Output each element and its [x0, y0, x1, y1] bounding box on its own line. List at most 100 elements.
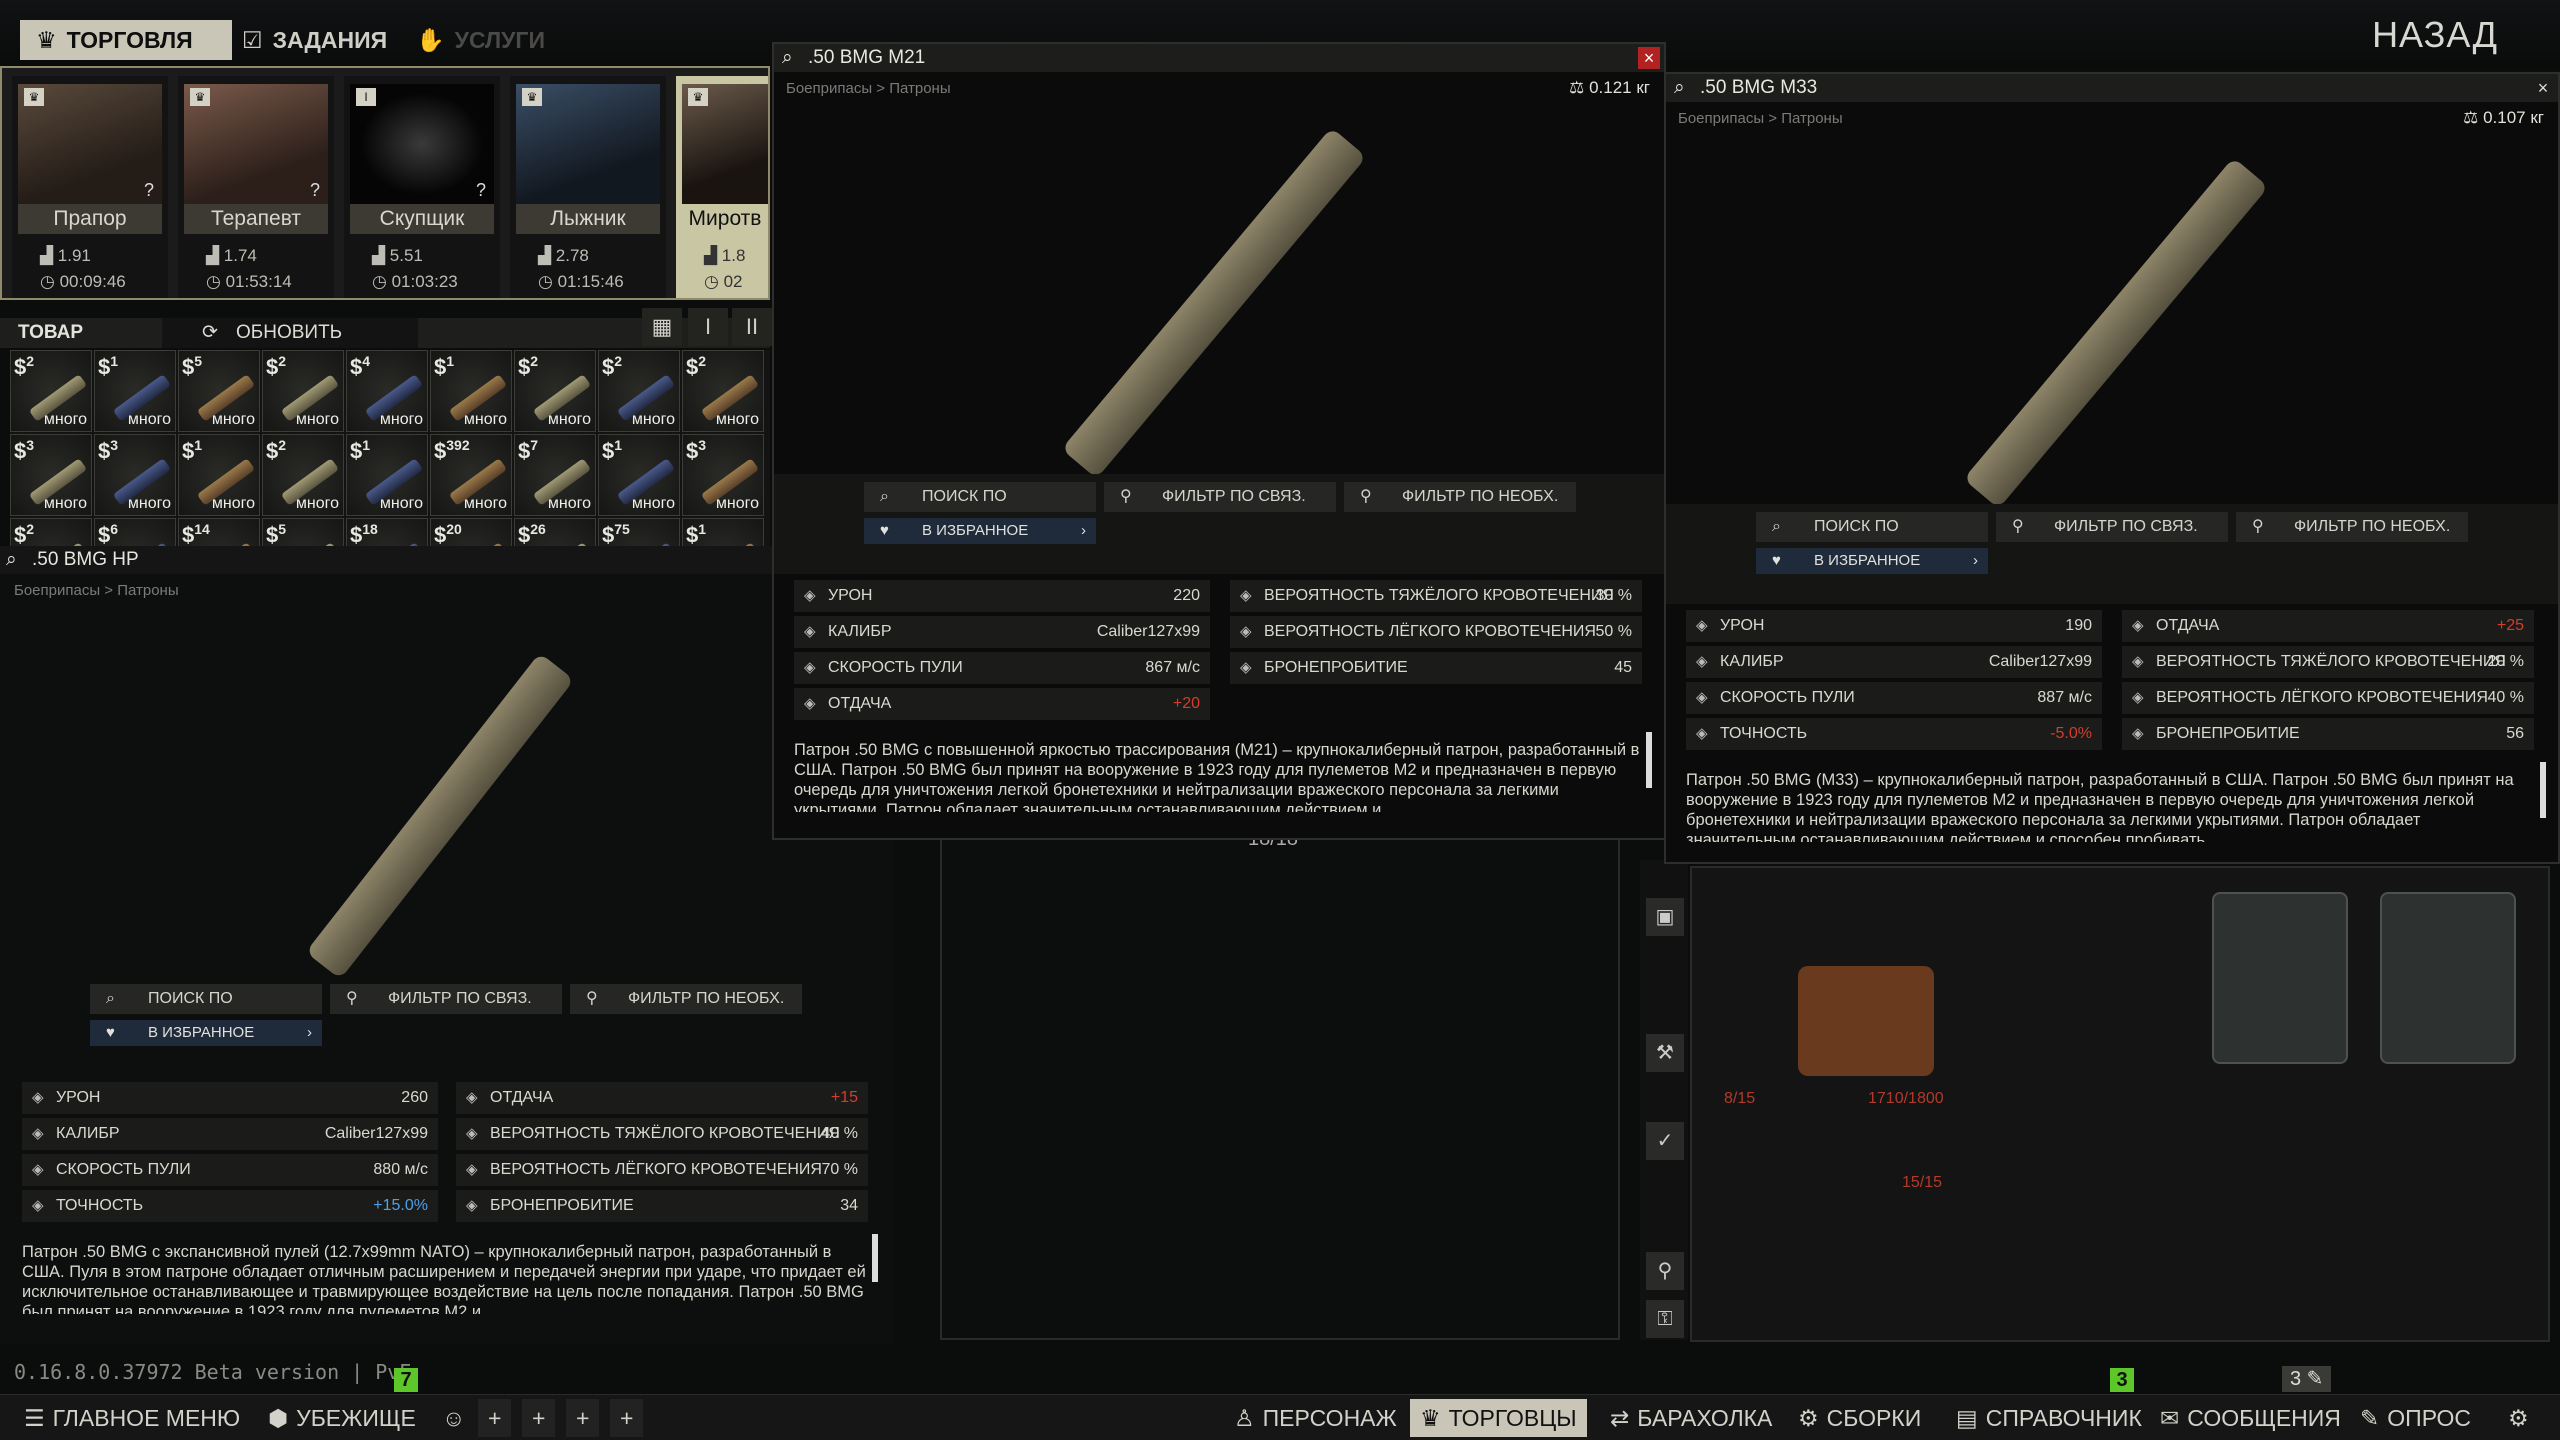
- goods-cell[interactable]: $7 много: [514, 434, 596, 516]
- stat-icon: ◈: [1696, 653, 1708, 670]
- trader-card-prapor[interactable]: ♛ ? Прапор ▟ 1.91 ◷ 00:09:46: [12, 76, 168, 298]
- goods-cell[interactable]: $1 много: [178, 434, 260, 516]
- filter-need-button[interactable]: ⚲ ФИЛЬТР ПО НЕОБХ.: [570, 984, 802, 1014]
- bullet-image: [1061, 127, 1367, 479]
- lock-icon[interactable]: ⚿: [1646, 1300, 1684, 1338]
- goods-cell[interactable]: $2 много: [682, 350, 764, 432]
- back-button[interactable]: НАЗАД: [2372, 14, 2498, 56]
- preset-slot[interactable]: +: [610, 1399, 644, 1437]
- price-label: $3: [686, 437, 707, 464]
- character-button[interactable]: ♙ ПЕРСОНАЖ: [1224, 1399, 1407, 1437]
- stash-item-bag[interactable]: [1798, 966, 1934, 1076]
- tab-trading[interactable]: ♛ ТОРГОВЛЯ: [20, 20, 232, 60]
- item-popup-m33[interactable]: ⌕ .50 BMG M33 × Боеприпасы > Патроны ⚖ 0…: [1664, 72, 2560, 864]
- trader-card-peacekeeper[interactable]: ♛ Миротв ▟ 1.8 ◷ 02: [676, 76, 768, 298]
- builds-button[interactable]: ⚙ СБОРКИ: [1788, 1399, 1931, 1437]
- price-label: $75: [602, 521, 630, 548]
- menu-icon: ☰: [24, 1405, 45, 1431]
- scrollbar[interactable]: [2540, 762, 2546, 818]
- add-favorite-button[interactable]: ♥ В ИЗБРАННОЕ ›: [1756, 548, 1988, 574]
- filter-need-button[interactable]: ⚲ ФИЛЬТР ПО НЕОБХ.: [2236, 512, 2468, 542]
- popup-header[interactable]: ⌕ .50 BMG M21 ×: [774, 44, 1664, 72]
- search-by-item-button[interactable]: ⌕ПОИСК ПО ПРЕДМЕТУ: [1756, 512, 1988, 565]
- price-label: $1: [434, 353, 455, 380]
- stat-row-left: ◈ ТОЧНОСТЬ +15.0%: [22, 1190, 438, 1222]
- goods-cell[interactable]: $4 много: [346, 350, 428, 432]
- heart-icon: ♥: [106, 1024, 115, 1041]
- preset-slot[interactable]: +: [522, 1399, 556, 1437]
- add-favorite-button[interactable]: ♥ В ИЗБРАННОЕ ›: [90, 1020, 322, 1046]
- stat-icon: ◈: [32, 1197, 44, 1214]
- goods-cell[interactable]: $2 много: [598, 350, 680, 432]
- check-icon[interactable]: ✓: [1646, 1122, 1684, 1160]
- close-button[interactable]: ×: [2532, 77, 2554, 99]
- trader-card-therapist[interactable]: ♛ ? Терапевт ▟ 1.74 ◷ 01:53:14: [178, 76, 334, 298]
- traders-button[interactable]: ♛ ТОРГОВЦЫ: [1410, 1399, 1587, 1437]
- close-button[interactable]: ×: [1638, 47, 1660, 69]
- goods-cell[interactable]: $3 много: [94, 434, 176, 516]
- goods-cell[interactable]: $2 много: [10, 350, 92, 432]
- goods-cell[interactable]: $5 много: [178, 350, 260, 432]
- item-popup-m21[interactable]: ⌕ .50 BMG M21 × Боеприпасы > Патроны ⚖ 0…: [772, 42, 1666, 840]
- handbook-button[interactable]: ▤ СПРАВОЧНИК: [1946, 1399, 2152, 1437]
- preset-slot[interactable]: +: [478, 1399, 512, 1437]
- messages-button[interactable]: ✉ СООБЩЕНИЯ: [2150, 1399, 2351, 1437]
- goods-cell[interactable]: $3 много: [682, 434, 764, 516]
- goods-cell[interactable]: $1 много: [346, 434, 428, 516]
- pin-icon[interactable]: ⚲: [1646, 1252, 1684, 1290]
- goods-cell[interactable]: $2 много: [262, 350, 344, 432]
- goods-cell[interactable]: $2 много: [262, 434, 344, 516]
- stash-item-case[interactable]: [2380, 892, 2516, 1064]
- chevron-right-icon: ›: [1973, 552, 1978, 569]
- goods-cell[interactable]: $2 много: [514, 350, 596, 432]
- goods-cell[interactable]: $392 много: [430, 434, 512, 516]
- preset-slot[interactable]: ☺: [432, 1399, 475, 1437]
- popup-header[interactable]: ⌕ .50 BMG M33 ×: [1666, 74, 2558, 102]
- filter-link-button[interactable]: ⚲ ФИЛЬТР ПО СВЯЗ.: [1104, 482, 1336, 512]
- filter-link-button[interactable]: ⚲ ФИЛЬТР ПО СВЯЗ.: [330, 984, 562, 1014]
- filter-need-button[interactable]: ⚲ ФИЛЬТР ПО НЕОБХ.: [1344, 482, 1576, 512]
- goods-cell[interactable]: $1 много: [430, 350, 512, 432]
- trader-card-fence[interactable]: I ? Скупщик ▟ 5.51 ◷ 01:03:23: [344, 76, 500, 298]
- goods-cell[interactable]: $1 много: [94, 350, 176, 432]
- trader-card-ragman[interactable]: ♛ Лыжник ▟ 2.78 ◷ 01:15:46: [510, 76, 666, 298]
- stat-icon: ◈: [804, 587, 816, 604]
- tab-trading-label: ТОРГОВЛЯ: [66, 26, 193, 53]
- stat-key: ВЕРОЯТНОСТЬ ТЯЖЁЛОГО КРОВОТЕЧЕНИЯ: [2156, 653, 2506, 670]
- briefcase-icon[interactable]: ▣: [1646, 898, 1684, 936]
- tab-tasks[interactable]: ☑ ЗАДАНИЯ: [226, 20, 406, 60]
- stock-label: много: [715, 411, 759, 428]
- survey-button[interactable]: ✎ ОПРОС: [2350, 1399, 2481, 1437]
- scrollbar[interactable]: [872, 1234, 878, 1282]
- notes-counter[interactable]: 3 ✎: [2282, 1366, 2332, 1392]
- goods-cell[interactable]: $3 много: [10, 434, 92, 516]
- stat-icon: ◈: [804, 659, 816, 676]
- stash-item-case[interactable]: [2212, 892, 2348, 1064]
- compact-view-button[interactable]: II: [732, 308, 772, 346]
- filter-link-button[interactable]: ⚲ ФИЛЬТР ПО СВЯЗ.: [1996, 512, 2228, 542]
- settings-button[interactable]: ⚙: [2498, 1399, 2539, 1437]
- flea-market-button[interactable]: ⇄ БАРАХОЛКА: [1600, 1399, 1782, 1437]
- stock-label: много: [295, 411, 339, 428]
- stock-label: много: [127, 411, 171, 428]
- list-view-button[interactable]: I: [688, 308, 728, 346]
- stat-value: 45: [1614, 659, 1632, 676]
- survey-icon: ✎: [2360, 1405, 2380, 1431]
- refresh-shop-button[interactable]: ⟳ ОБНОВИТЬ МАГАЗИН: [162, 318, 418, 373]
- stock-label: много: [547, 411, 591, 428]
- search-by-item-button[interactable]: ⌕ПОИСК ПО ПРЕДМЕТУ: [864, 482, 1096, 535]
- trader-rating: ▟ 1.74: [206, 246, 257, 265]
- goods-cell[interactable]: $1 много: [598, 434, 680, 516]
- grid-view-button[interactable]: ▦: [642, 308, 682, 346]
- hideout-button[interactable]: ⬢ УБЕЖИЩЕ: [258, 1399, 426, 1437]
- search-by-item-button[interactable]: ⌕ПОИСК ПО ПРЕДМЕТУ: [90, 984, 322, 1037]
- wrench-icon[interactable]: ⚒: [1646, 1034, 1684, 1072]
- preset-slot[interactable]: +: [566, 1399, 600, 1437]
- stat-value: 34: [840, 1197, 858, 1214]
- price-label: $392: [434, 437, 470, 464]
- scrollbar[interactable]: [1646, 732, 1652, 788]
- add-favorite-button[interactable]: ♥ В ИЗБРАННОЕ ›: [864, 518, 1096, 544]
- price-label: $7: [518, 437, 539, 464]
- stat-row-right: ◈ ВЕРОЯТНОСТЬ ТЯЖЁЛОГО КРОВОТЕЧЕНИЯ 30 %: [1230, 580, 1642, 612]
- main-menu-button[interactable]: ☰ ГЛАВНОЕ МЕНЮ: [14, 1399, 250, 1437]
